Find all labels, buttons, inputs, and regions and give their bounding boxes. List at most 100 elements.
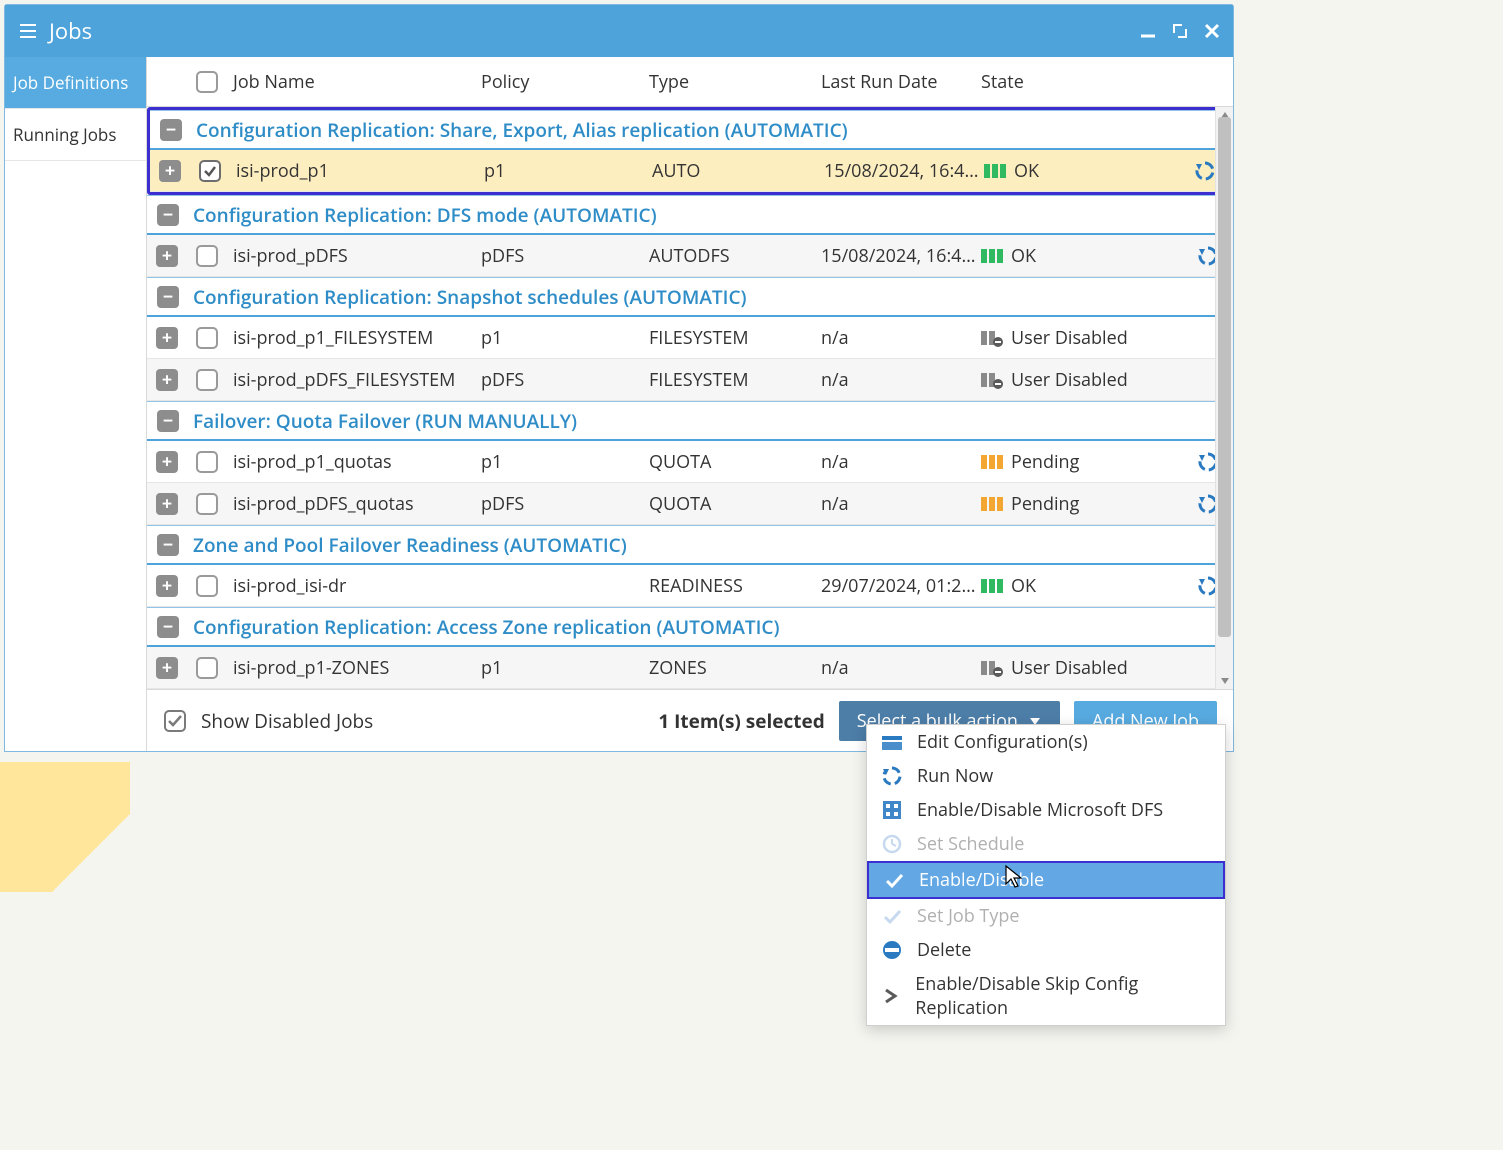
window-titlebar: Jobs [5, 5, 1233, 57]
menu-item-label: Delete [917, 938, 971, 962]
group-header[interactable]: −Zone and Pool Failover Readiness (AUTOM… [147, 525, 1233, 565]
group-header[interactable]: −Configuration Replication: DFS mode (AU… [147, 195, 1233, 235]
show-disabled-checkbox[interactable] [163, 709, 187, 733]
group-header[interactable]: −Configuration Replication: Snapshot sch… [147, 277, 1233, 317]
bulk-action-menu[interactable]: Edit Configuration(s)Run Now Enable/Disab… [866, 724, 1226, 1026]
cell-state: OK [984, 159, 1144, 183]
maximize-icon[interactable] [1171, 22, 1189, 40]
table-row[interactable]: +isi-prod_isi-drREADINESS29/07/2024, 01:… [147, 565, 1233, 607]
menu-item[interactable]: Enable/Disable Skip Config Replication [867, 967, 1225, 1025]
cell-state: Pending [981, 492, 1141, 516]
table-row[interactable]: +isi-prod_p1_FILESYSTEMp1FILESYSTEMn/aUs… [147, 317, 1233, 359]
cell-type: ZONES [649, 656, 821, 680]
expand-icon[interactable]: + [156, 451, 178, 473]
cell-policy: pDFS [481, 492, 649, 516]
scrollbar[interactable] [1215, 107, 1233, 689]
collapse-icon[interactable]: − [157, 616, 179, 638]
menu-item[interactable]: Run Now [867, 759, 1225, 793]
expand-icon[interactable]: + [156, 327, 178, 349]
chevron-icon [881, 985, 901, 1007]
collapse-icon[interactable]: − [157, 410, 179, 432]
tab-job-definitions[interactable]: Job Definitions [5, 57, 146, 109]
expand-icon[interactable]: + [159, 160, 181, 182]
tab-label: Job Definitions [13, 71, 128, 94]
delete-icon [881, 939, 903, 961]
group-title: Zone and Pool Failover Readiness (AUTOMA… [193, 532, 627, 558]
cell-job-name: isi-prod_p1-ZONES [227, 656, 481, 680]
group-title: Failover: Quota Failover (RUN MANUALLY) [193, 408, 577, 434]
scrollbar-thumb[interactable] [1218, 117, 1231, 637]
cell-state: OK [981, 244, 1141, 268]
column-header[interactable]: Type [649, 70, 821, 94]
cell-type: AUTO [652, 159, 824, 183]
expand-icon[interactable]: + [156, 575, 178, 597]
selected-count: 1 Item(s) selected [658, 708, 824, 734]
row-checkbox[interactable] [196, 369, 218, 391]
row-checkbox[interactable] [196, 451, 218, 473]
collapse-icon[interactable]: − [157, 534, 179, 556]
scroll-down-icon[interactable] [1216, 673, 1233, 689]
column-header[interactable]: Job Name [227, 70, 481, 94]
table-row[interactable]: +isi-prod_p1-ZONESp1ZONESn/aUser Disable… [147, 647, 1233, 689]
expand-icon[interactable]: + [156, 369, 178, 391]
menu-item[interactable]: Enable/Disable [867, 861, 1225, 899]
menu-item-label: Enable/Disable Microsoft DFS [917, 798, 1163, 822]
grid-header: Job Name Policy Type Last Run Date State [147, 57, 1233, 107]
group-header[interactable]: −Configuration Replication: Access Zone … [147, 607, 1233, 647]
menu-item-label: Set Job Type [917, 904, 1019, 928]
cell-last-run: n/a [821, 492, 981, 516]
menu-item[interactable]: Edit Configuration(s) [867, 725, 1225, 759]
cell-last-run: 15/08/2024, 16:4… [821, 244, 981, 268]
group-header[interactable]: −Configuration Replication: Share, Expor… [150, 110, 1230, 150]
group-header[interactable]: −Failover: Quota Failover (RUN MANUALLY) [147, 401, 1233, 441]
column-header[interactable]: Last Run Date [821, 70, 981, 94]
cell-policy: p1 [481, 450, 649, 474]
cell-job-name: isi-prod_pDFS_quotas [227, 492, 481, 516]
row-checkbox[interactable] [196, 575, 218, 597]
row-checkbox[interactable] [196, 327, 218, 349]
expand-icon[interactable]: + [156, 245, 178, 267]
row-checkbox[interactable] [196, 493, 218, 515]
cell-job-name: isi-prod_pDFS_FILESYSTEM [227, 368, 481, 392]
row-checkbox[interactable] [196, 657, 218, 679]
menu-item[interactable]: Delete [867, 933, 1225, 967]
cycle-icon [881, 765, 903, 787]
cell-type: READINESS [649, 574, 821, 598]
mouse-cursor-icon [1004, 864, 1024, 895]
menu-item-label: Enable/Disable Skip Config Replication [915, 972, 1211, 1020]
jobs-window: Jobs Job Definitions Running Jobs [4, 4, 1234, 752]
table-row[interactable]: +isi-prod_pDFS_FILESYSTEMpDFSFILESYSTEMn… [147, 359, 1233, 401]
row-checkbox[interactable] [199, 160, 221, 182]
expand-icon[interactable]: + [156, 493, 178, 515]
select-all-checkbox[interactable] [196, 71, 218, 93]
show-disabled-label[interactable]: Show Disabled Jobs [201, 708, 373, 734]
cell-job-name: isi-prod_isi-dr [227, 574, 481, 598]
column-header[interactable]: State [981, 70, 1141, 94]
menu-item[interactable]: Enable/Disable Microsoft DFS [867, 793, 1225, 827]
column-header[interactable]: Policy [481, 70, 649, 94]
table-row[interactable]: +isi-prod_p1_quotasp1QUOTAn/aPending [147, 441, 1233, 483]
table-row[interactable]: +isi-prod_p1p1AUTO15/08/2024, 16:4…OK [150, 150, 1230, 192]
cell-last-run: n/a [821, 326, 981, 350]
cell-last-run: n/a [821, 656, 981, 680]
group-title: Configuration Replication: Access Zone r… [193, 614, 780, 640]
expand-icon[interactable]: + [156, 657, 178, 679]
table-row[interactable]: +isi-prod_pDFS_quotaspDFSQUOTAn/aPending [147, 483, 1233, 525]
group-title: Configuration Replication: Share, Export… [196, 117, 848, 143]
tab-running-jobs[interactable]: Running Jobs [5, 109, 146, 161]
row-checkbox[interactable] [196, 245, 218, 267]
grid-scroll[interactable]: −Configuration Replication: Share, Expor… [147, 107, 1233, 689]
jobs-icon [17, 20, 39, 42]
cell-state: User Disabled [981, 326, 1141, 350]
cell-type: AUTODFS [649, 244, 821, 268]
menu-item-label: Enable/Disable [919, 868, 1044, 892]
menu-item: Set Schedule [867, 827, 1225, 861]
table-row[interactable]: +isi-prod_pDFSpDFSAUTODFS15/08/2024, 16:… [147, 235, 1233, 277]
main-panel: Job Name Policy Type Last Run Date State… [147, 57, 1233, 751]
collapse-icon[interactable]: − [157, 204, 179, 226]
run-now-icon[interactable] [1194, 160, 1216, 182]
collapse-icon[interactable]: − [157, 286, 179, 308]
minimize-icon[interactable] [1139, 22, 1157, 40]
close-icon[interactable] [1203, 22, 1221, 40]
collapse-icon[interactable]: − [160, 119, 182, 141]
